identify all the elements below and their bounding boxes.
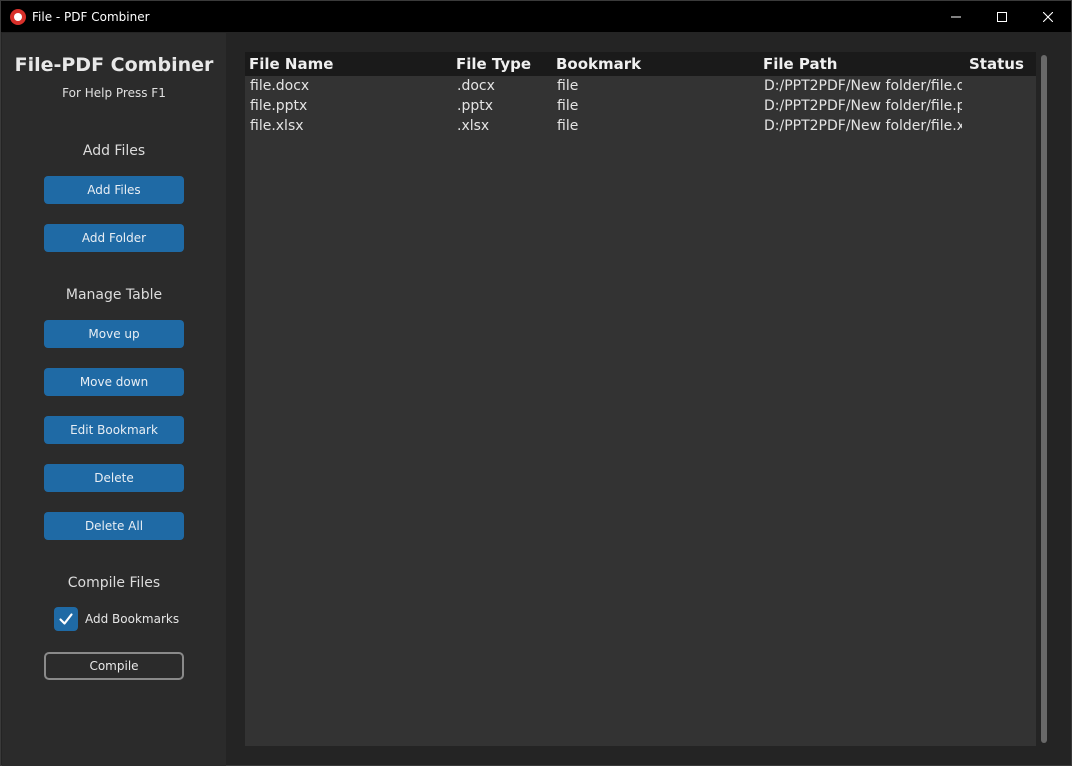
help-text: For Help Press F1	[62, 86, 166, 100]
add-bookmarks-label: Add Bookmarks	[85, 612, 180, 626]
app-logo-icon	[10, 8, 26, 25]
table-row[interactable]: file.docx .docx file D:/PPT2PDF/New fold…	[245, 77, 1036, 97]
compile-button[interactable]: Compile	[44, 652, 184, 680]
edit-bookmark-button[interactable]: Edit Bookmark	[44, 416, 184, 444]
file-table[interactable]: File Name File Type Bookmark File Path S…	[245, 52, 1036, 746]
add-files-button[interactable]: Add Files	[44, 176, 184, 204]
column-header-bookmark[interactable]: Bookmark	[556, 55, 641, 73]
add-bookmarks-option[interactable]: Add Bookmarks	[54, 607, 179, 631]
section-label-add-files: Add Files	[82, 143, 146, 159]
minimize-button[interactable]	[933, 1, 979, 32]
checkmark-icon	[59, 613, 73, 625]
cell-file-path: D:/PPT2PDF/New folder/file.pptx	[764, 98, 962, 114]
cell-file-name: file.xlsx	[250, 118, 304, 134]
title-bar[interactable]: File - PDF Combiner	[1, 1, 1071, 32]
delete-button[interactable]: Delete	[44, 464, 184, 492]
window-title: File - PDF Combiner	[32, 9, 150, 24]
cell-file-name: file.pptx	[250, 98, 308, 114]
table-header: File Name File Type Bookmark File Path S…	[245, 52, 1036, 76]
delete-all-button[interactable]: Delete All	[44, 512, 184, 540]
scrollbar-thumb[interactable]	[1041, 55, 1047, 743]
section-label-compile-files: Compile Files	[67, 575, 161, 591]
minimize-icon	[951, 16, 961, 17]
move-down-button[interactable]: Move down	[44, 368, 184, 396]
cell-bookmark: file	[557, 98, 579, 114]
app-title: File-PDF Combiner	[14, 54, 214, 76]
cell-bookmark: file	[557, 78, 579, 94]
close-button[interactable]	[1025, 1, 1071, 32]
section-label-manage-table: Manage Table	[65, 287, 163, 303]
maximize-button[interactable]	[979, 1, 1025, 32]
column-header-file-path[interactable]: File Path	[763, 55, 838, 73]
column-header-file-name[interactable]: File Name	[249, 55, 333, 73]
cell-file-type: .xlsx	[457, 118, 490, 134]
cell-file-path: D:/PPT2PDF/New folder/file.xlsx	[764, 118, 962, 134]
cell-file-name: file.docx	[250, 78, 310, 94]
close-icon	[1043, 11, 1053, 22]
window-controls	[933, 1, 1071, 32]
move-up-button[interactable]: Move up	[44, 320, 184, 348]
maximize-icon	[997, 11, 1007, 22]
table-scrollbar[interactable]	[1038, 55, 1050, 745]
column-header-file-type[interactable]: File Type	[456, 55, 531, 73]
cell-file-type: .docx	[457, 78, 495, 94]
cell-bookmark: file	[557, 118, 579, 134]
cell-file-path: D:/PPT2PDF/New folder/file.docx	[764, 78, 962, 94]
add-folder-button[interactable]: Add Folder	[44, 224, 184, 252]
add-bookmarks-checkbox[interactable]	[54, 607, 78, 631]
table-row[interactable]: file.pptx .pptx file D:/PPT2PDF/New fold…	[245, 97, 1036, 117]
table-row[interactable]: file.xlsx .xlsx file D:/PPT2PDF/New fold…	[245, 117, 1036, 137]
cell-file-type: .pptx	[457, 98, 493, 114]
sidebar: File-PDF Combiner For Help Press F1 Add …	[2, 33, 226, 766]
column-header-status[interactable]: Status	[969, 55, 1024, 73]
app-window: File - PDF Combiner File-PDF Combiner Fo…	[0, 0, 1072, 766]
